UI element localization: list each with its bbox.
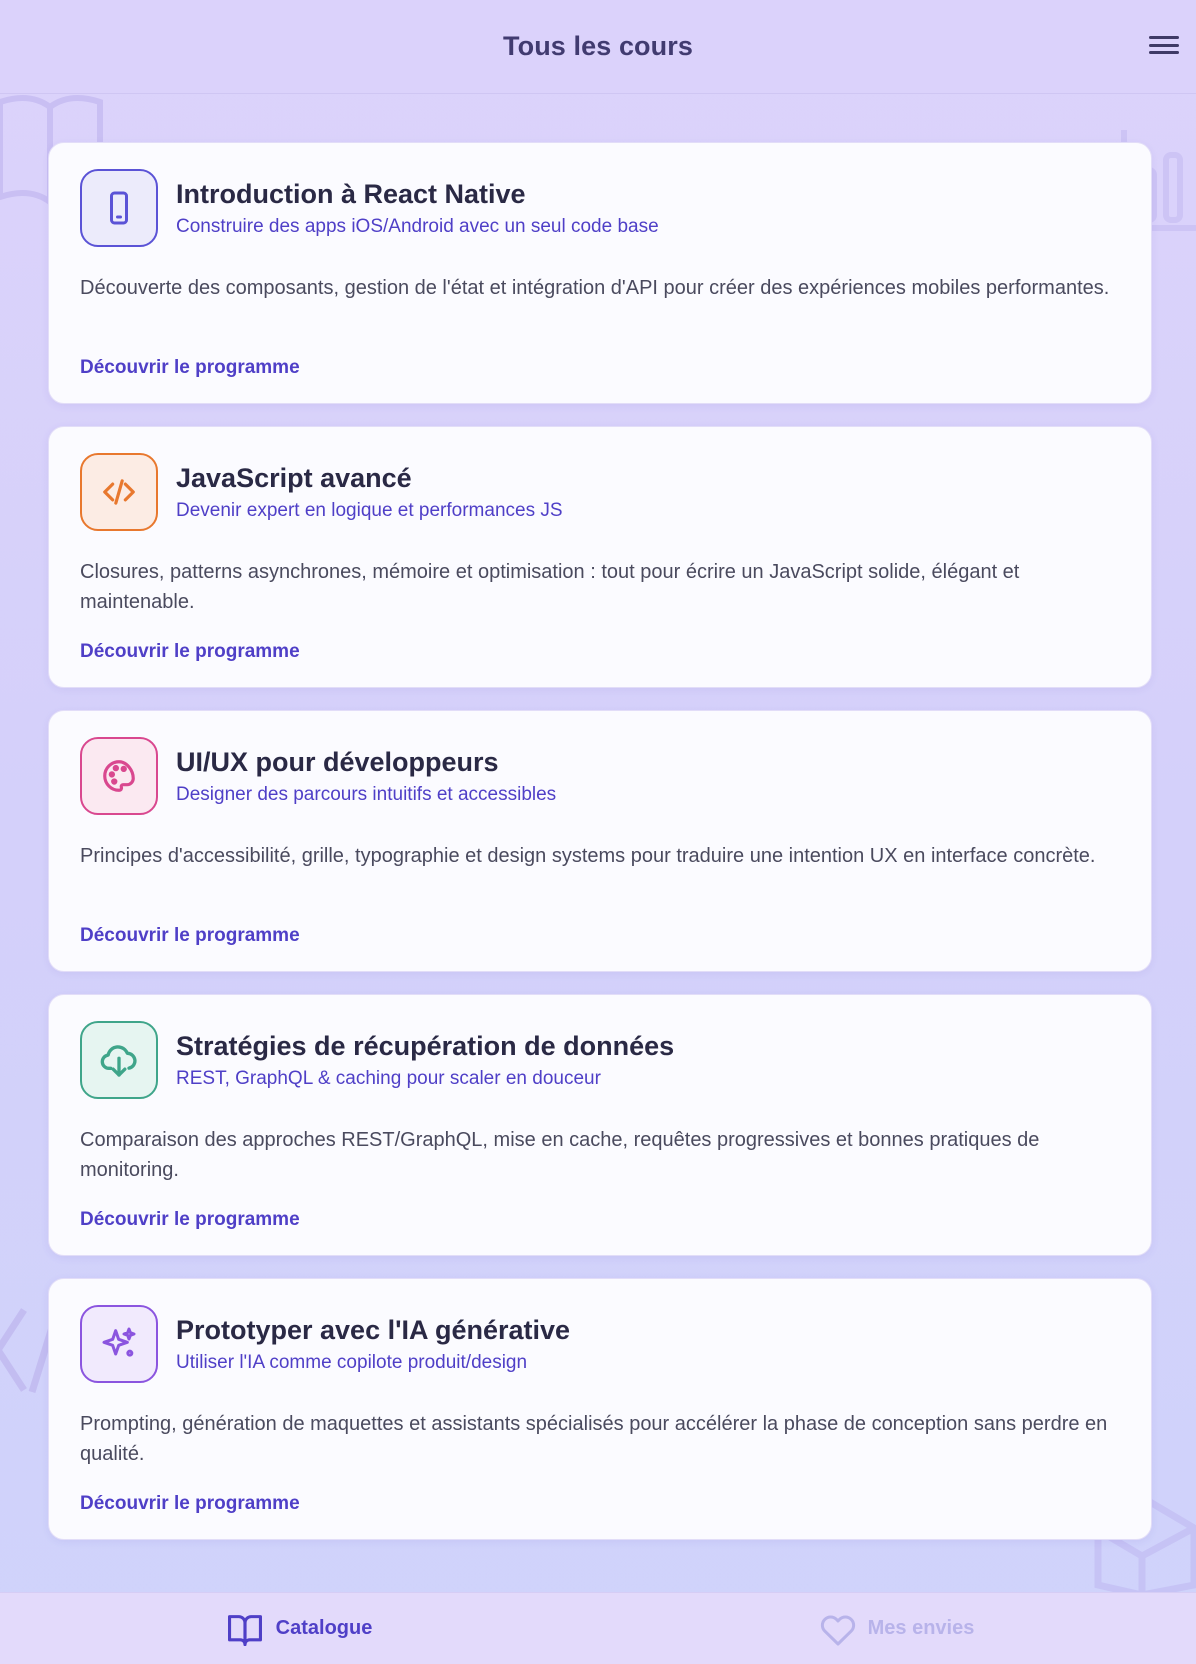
- course-description: Principes d'accessibilité, grille, typog…: [80, 845, 1096, 867]
- course-description: Découverte des composants, gestion de l'…: [80, 277, 1110, 299]
- course-subtitle: Utiliser l'IA comme copilote produit/des…: [176, 1352, 528, 1373]
- discover-program-link[interactable]: Découvrir le programme: [80, 641, 300, 663]
- sparkles-icon: [80, 1305, 158, 1383]
- course-card[interactable]: Stratégies de récupération de données RE…: [48, 994, 1152, 1256]
- page-title: Tous les cours: [503, 31, 693, 61]
- hamburger-menu-icon[interactable]: [1146, 30, 1182, 60]
- palette-icon: [80, 737, 158, 815]
- course-description: Comparaison des approches REST/GraphQL, …: [80, 1129, 1040, 1181]
- discover-program-link[interactable]: Découvrir le programme: [80, 357, 300, 379]
- discover-program-link[interactable]: Découvrir le programme: [80, 1209, 300, 1231]
- tab-catalogue[interactable]: Catalogue: [0, 1593, 598, 1664]
- app-header: Tous les cours: [0, 0, 1196, 94]
- course-description: Prompting, génération de maquettes et as…: [80, 1413, 1108, 1465]
- course-subtitle: Designer des parcours intuitifs et acces…: [176, 784, 557, 805]
- discover-program-link[interactable]: Découvrir le programme: [80, 1493, 300, 1515]
- course-card[interactable]: Introduction à React Native Construire d…: [48, 142, 1152, 404]
- smartphone-icon: [80, 169, 158, 247]
- tab-mes-envies[interactable]: Mes envies: [598, 1593, 1196, 1664]
- course-list: Introduction à React Native Construire d…: [48, 142, 1152, 1562]
- course-title: Stratégies de récupération de données: [176, 1031, 675, 1061]
- book-icon: [227, 1614, 262, 1646]
- discover-program-link[interactable]: Découvrir le programme: [80, 925, 300, 947]
- course-title: Introduction à React Native: [176, 179, 526, 209]
- tab-label: Mes envies: [867, 1617, 975, 1639]
- course-title: UI/UX pour développeurs: [176, 747, 499, 777]
- course-subtitle: Construire des apps iOS/Android avec un …: [176, 216, 659, 237]
- cloud-download-icon: [80, 1021, 158, 1099]
- course-card[interactable]: UI/UX pour développeurs Designer des par…: [48, 710, 1152, 972]
- course-card[interactable]: Prototyper avec l'IA générative Utiliser…: [48, 1278, 1152, 1540]
- course-description: Closures, patterns asynchrones, mémoire …: [80, 561, 1020, 613]
- course-subtitle: REST, GraphQL & caching pour scaler en d…: [176, 1068, 601, 1089]
- code-icon: [80, 453, 158, 531]
- course-subtitle: Devenir expert en logique et performance…: [176, 500, 563, 521]
- course-title: Prototyper avec l'IA générative: [176, 1315, 571, 1345]
- course-title: JavaScript avancé: [176, 463, 412, 493]
- tab-label: Catalogue: [275, 1617, 373, 1639]
- course-card[interactable]: JavaScript avancé Devenir expert en logi…: [48, 426, 1152, 688]
- heart-icon: [820, 1614, 855, 1645]
- bottom-tab-bar: Catalogue Mes envies: [0, 1592, 1196, 1664]
